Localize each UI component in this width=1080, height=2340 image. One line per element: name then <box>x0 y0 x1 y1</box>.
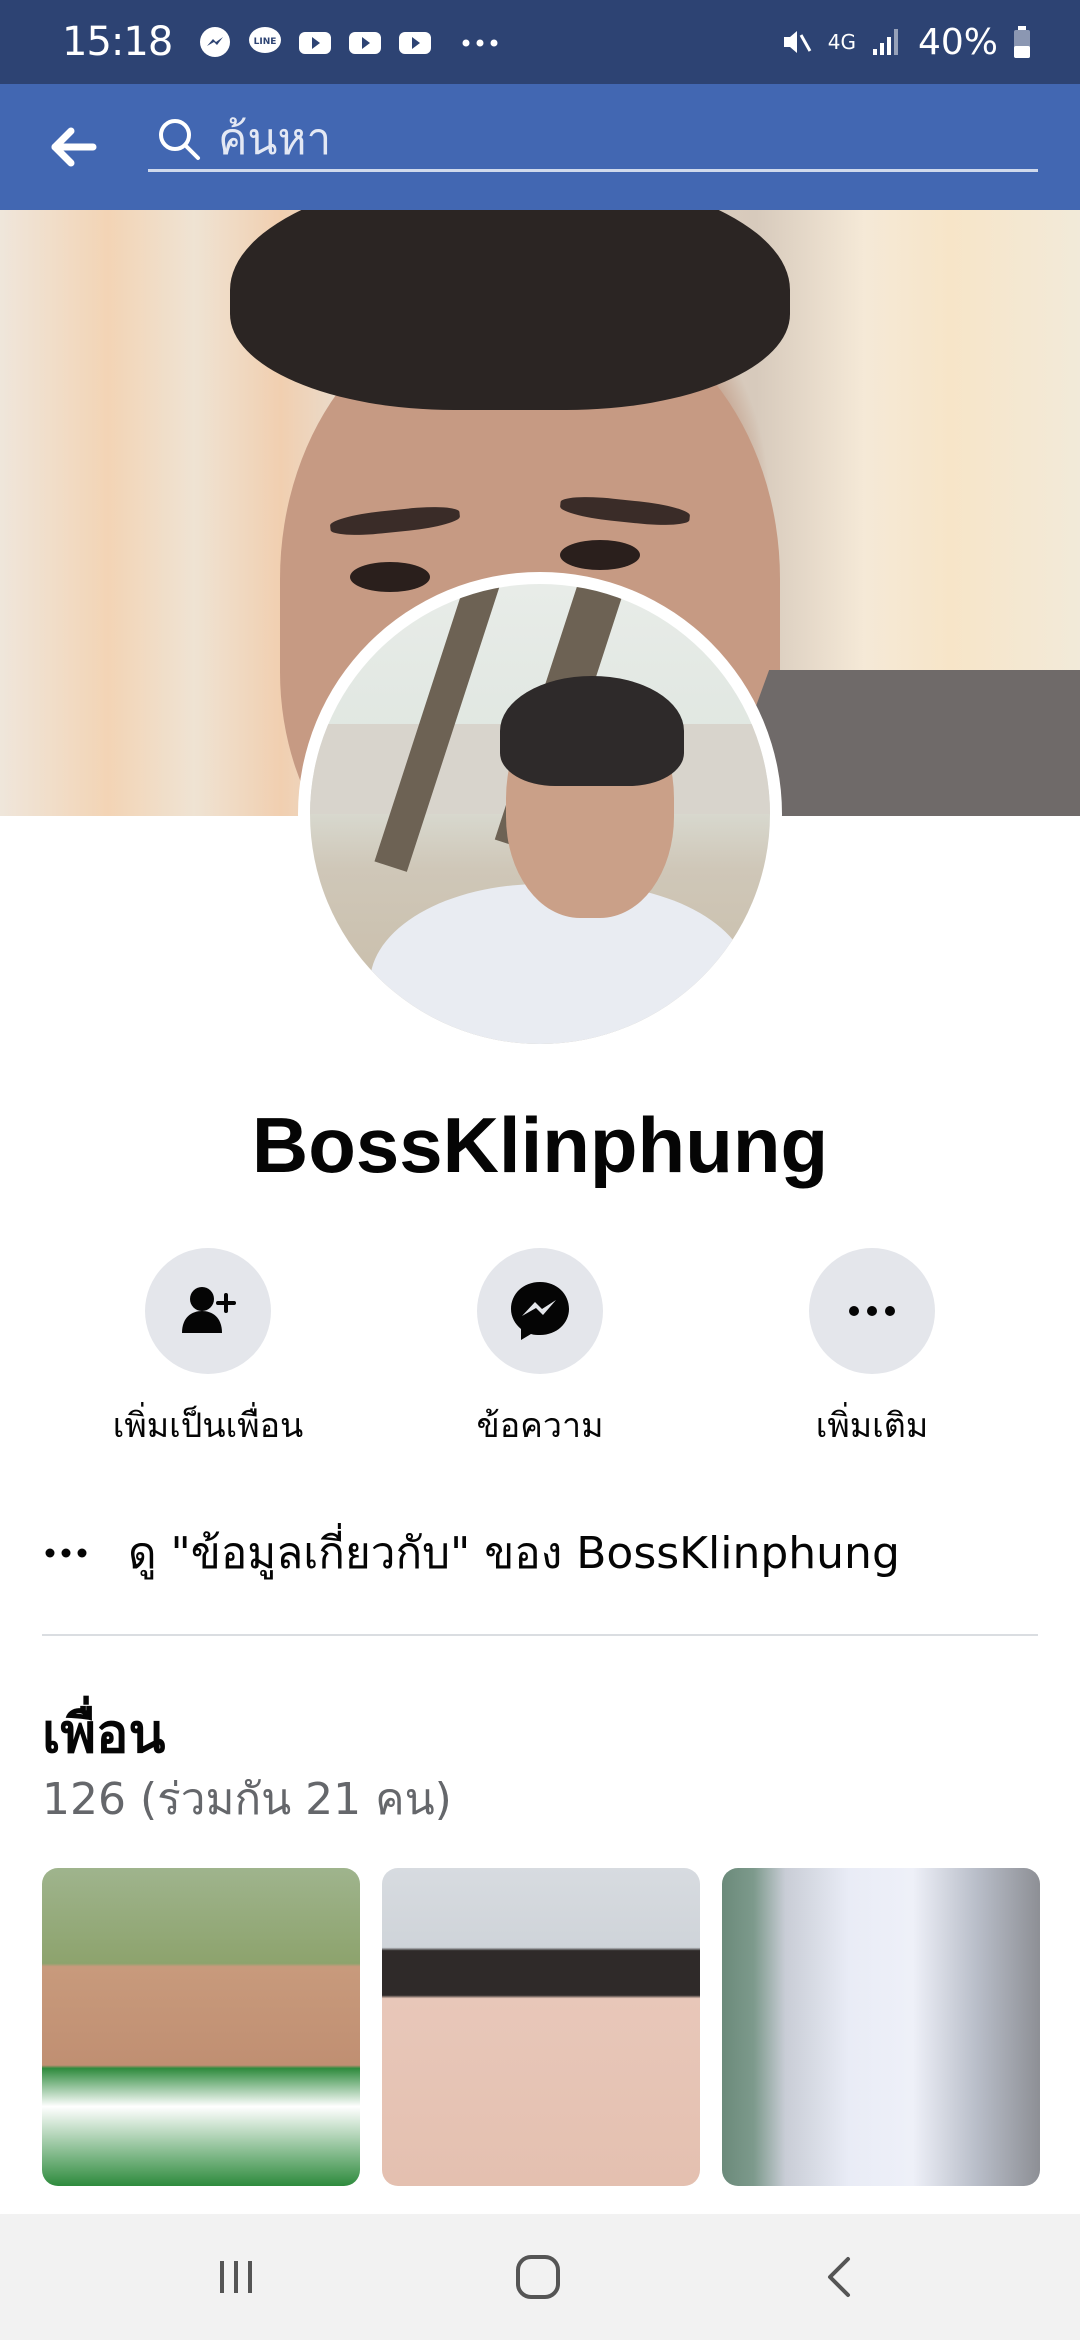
status-time: 15:18 <box>62 19 173 65</box>
network-type: 4G <box>827 30 856 54</box>
more-button[interactable]: เพิ่มเติม <box>722 1248 1022 1452</box>
friends-count: 126 (ร่วมกัน 21 คน) <box>42 1774 452 1825</box>
nav-back-button[interactable] <box>780 2234 900 2320</box>
recent-apps-icon <box>220 2261 252 2293</box>
add-friend-icon <box>182 1287 236 1333</box>
battery-percent: 40% <box>917 21 998 63</box>
about-link[interactable]: ดู "ข้อมูลเกี่ยวกับ" ของ BossKlinphung <box>42 1520 1038 1586</box>
search-placeholder: ค้นหา <box>218 113 332 165</box>
signal-icon <box>872 29 898 55</box>
search-icon <box>159 118 200 160</box>
youtube-notification-icon <box>399 32 432 54</box>
home-button[interactable] <box>478 2234 598 2320</box>
svg-text:LINE: LINE <box>254 37 277 47</box>
battery-icon <box>1014 26 1030 58</box>
message-label: ข้อความ <box>476 1406 604 1446</box>
more-label: เพิ่มเติม <box>815 1406 929 1446</box>
search-input[interactable]: ค้นหา <box>148 108 1038 172</box>
mute-icon <box>783 31 812 53</box>
line-notification-icon: LINE <box>249 27 282 53</box>
about-dots-icon <box>42 1545 94 1561</box>
status-right: 4G 40% <box>780 22 1032 63</box>
status-bar: 15:18 LINE 4G 40% <box>0 0 1080 84</box>
youtube-notification-icon <box>299 32 332 54</box>
more-notifications-icon <box>462 39 498 47</box>
recent-apps-button[interactable] <box>176 2234 296 2320</box>
system-nav-bar <box>0 2214 1080 2340</box>
friend-photo-1[interactable] <box>42 1868 360 2186</box>
profile-avatar[interactable] <box>310 584 770 1044</box>
profile-actions: เพิ่มเป็นเพื่อน ข้อความ เพิ่มเติม <box>0 1248 1080 1448</box>
app-bar: ค้นหา <box>0 84 1080 210</box>
message-button[interactable]: ข้อความ <box>390 1248 690 1452</box>
friend-photo-3[interactable] <box>722 1868 1040 2186</box>
back-button[interactable] <box>34 107 114 187</box>
add-friend-circle[interactable] <box>145 1248 271 1374</box>
add-friend-button[interactable]: เพิ่มเป็นเพื่อน <box>58 1248 358 1452</box>
divider <box>42 1634 1038 1636</box>
more-circle[interactable] <box>809 1248 935 1374</box>
more-dots-icon <box>849 1306 895 1316</box>
back-icon <box>828 2257 850 2297</box>
home-icon <box>516 2255 560 2299</box>
messenger-icon <box>511 1282 569 1340</box>
youtube-notification-icon <box>349 32 382 54</box>
notification-icons: LINE <box>198 25 516 59</box>
back-arrow-icon <box>51 127 97 167</box>
message-circle[interactable] <box>477 1248 603 1374</box>
messenger-notification-icon <box>200 27 231 57</box>
about-text: ดู "ข้อมูลเกี่ยวกับ" ของ BossKlinphung <box>128 1528 900 1579</box>
profile-name: BossKlinphung <box>251 1101 829 1189</box>
add-friend-label: เพิ่มเป็นเพื่อน <box>112 1406 304 1446</box>
friend-photo-2[interactable] <box>382 1868 700 2186</box>
